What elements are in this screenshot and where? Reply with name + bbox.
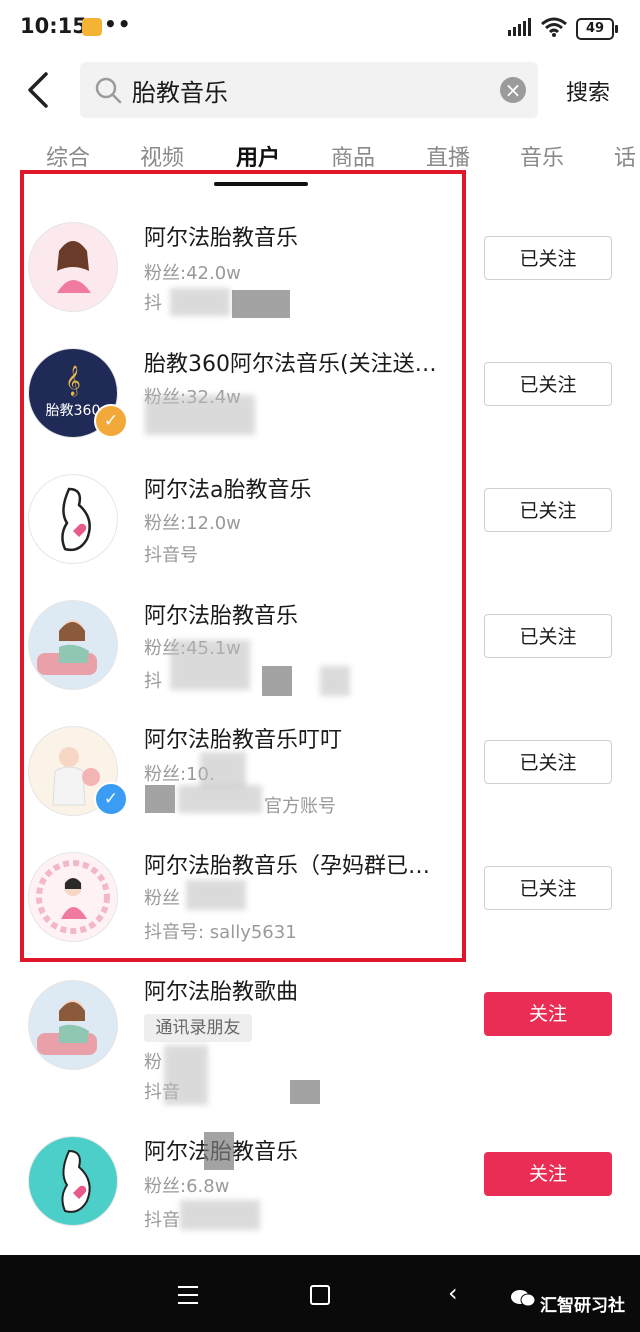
avatar-illustration (37, 1000, 97, 1055)
follow-button[interactable]: 关注 (484, 1152, 612, 1196)
signal-icon (508, 18, 531, 36)
highlight-frame (20, 170, 466, 962)
followed-button[interactable]: 已关注 (484, 362, 612, 406)
search-button[interactable]: 搜索 (566, 75, 610, 107)
wifi-icon (541, 17, 567, 37)
battery-indicator: 49 (576, 18, 618, 40)
avatar-illustration (61, 1149, 91, 1213)
search-icon (95, 77, 122, 104)
redacted-blur (204, 1132, 234, 1170)
tab-comprehensive[interactable]: 综合 (46, 140, 90, 172)
avatar[interactable] (28, 980, 118, 1070)
tab-topics[interactable]: 话 (614, 140, 636, 172)
status-time: 10:15 (20, 14, 87, 38)
nav-back-icon[interactable]: ‹ (448, 1279, 458, 1307)
notification-app-icon (82, 18, 102, 36)
tab-music[interactable]: 音乐 (520, 140, 564, 172)
followed-button[interactable]: 已关注 (484, 866, 612, 910)
contacts-friend-tag: 通讯录朋友 (144, 1014, 252, 1042)
followed-button[interactable]: 已关注 (484, 740, 612, 784)
user-fans: 粉 (144, 1052, 162, 1073)
search-query[interactable]: 胎教音乐 (132, 73, 228, 108)
notification-dots: •• (104, 12, 132, 36)
redacted-blur (164, 1045, 208, 1105)
tab-users[interactable]: 用户 (236, 140, 280, 172)
tab-video[interactable]: 视频 (140, 140, 184, 172)
redacted-blur (290, 1080, 320, 1104)
wechat-icon (511, 1290, 536, 1307)
followed-button[interactable]: 已关注 (484, 488, 612, 532)
back-arrow-icon[interactable] (22, 70, 58, 110)
home-icon[interactable] (310, 1285, 330, 1305)
redacted-blur (180, 1200, 260, 1230)
user-name[interactable]: 阿尔法胎教歌曲 (144, 974, 298, 1006)
tab-live[interactable]: 直播 (426, 140, 470, 172)
tab-products[interactable]: 商品 (331, 140, 375, 172)
menu-icon[interactable] (178, 1286, 198, 1310)
clear-icon[interactable]: × (500, 77, 526, 103)
follow-button[interactable]: 关注 (484, 992, 612, 1036)
followed-button[interactable]: 已关注 (484, 614, 612, 658)
user-id: 抖音 (144, 1210, 180, 1231)
user-fans: 粉丝:6.8w (144, 1176, 230, 1197)
followed-button[interactable]: 已关注 (484, 236, 612, 280)
avatar[interactable] (28, 1136, 118, 1226)
watermark: 汇智研习社 (540, 1296, 625, 1316)
